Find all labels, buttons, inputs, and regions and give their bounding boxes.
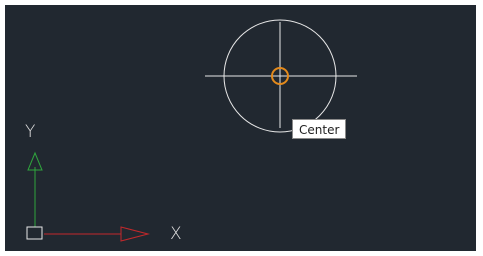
ucs-y-label: Y bbox=[25, 122, 36, 142]
ucs-origin-box bbox=[26, 226, 43, 240]
app-canvas: Y X Center bbox=[0, 0, 483, 256]
drawing-svg bbox=[26, 19, 357, 242]
ucs-icon bbox=[26, 151, 150, 242]
ucs-x-label: X bbox=[170, 224, 182, 244]
ucs-x-arrow-icon bbox=[120, 226, 150, 242]
crosshair-cursor bbox=[205, 22, 357, 128]
drawing-viewport[interactable]: Y X Center bbox=[5, 5, 476, 251]
snap-tooltip: Center bbox=[292, 119, 347, 139]
